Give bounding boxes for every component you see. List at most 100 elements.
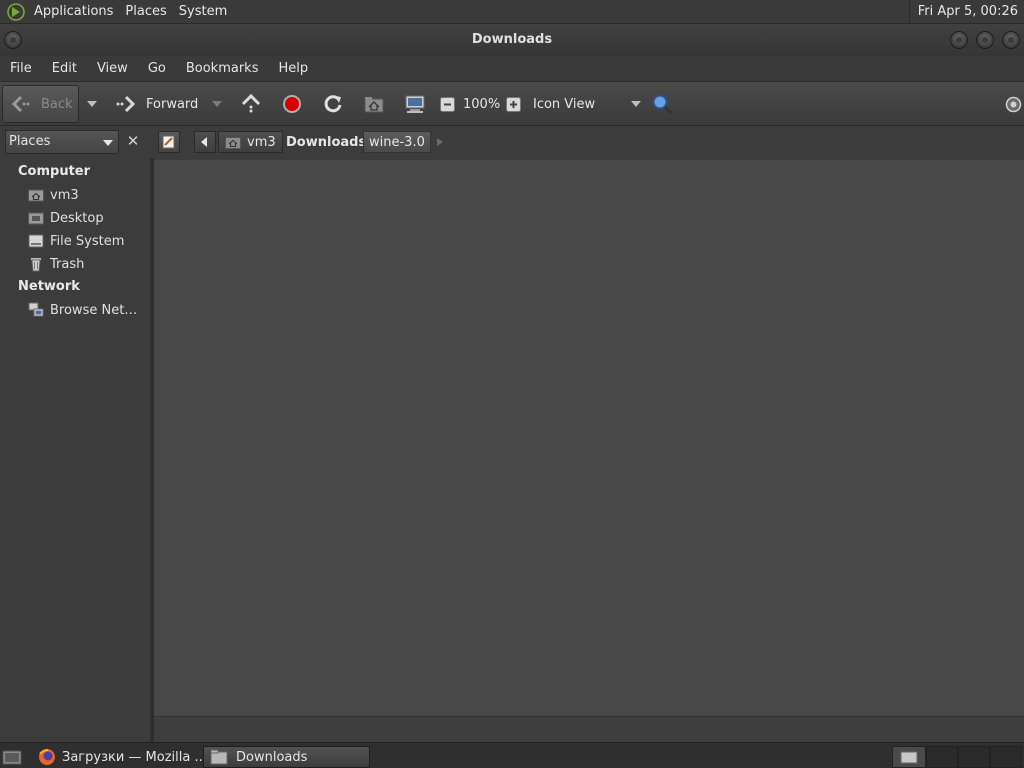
sidebar-item-desktop-label: Desktop xyxy=(50,210,104,226)
applications-menu[interactable]: Applications xyxy=(28,4,119,19)
clock[interactable]: Fri Apr 5, 00:26 xyxy=(908,0,1024,24)
back-history-dropdown[interactable] xyxy=(87,82,97,126)
back-button[interactable]: Back xyxy=(2,85,79,123)
sidebar-item-vm3[interactable]: vm3 xyxy=(28,185,79,205)
chevron-left-icon xyxy=(201,137,207,147)
path-crumb-downloads-label: Downloads xyxy=(286,134,367,150)
view-mode-select[interactable]: Icon View xyxy=(533,82,642,126)
file-view[interactable] xyxy=(154,160,1024,716)
task-downloads-label: Downloads xyxy=(236,749,308,765)
view-mode-label: Icon View xyxy=(533,96,596,112)
sidebar-item-browse-network-label: Browse Net… xyxy=(50,302,138,318)
firefox-icon xyxy=(39,749,55,765)
show-desktop-button[interactable] xyxy=(0,746,24,768)
menu-edit[interactable]: Edit xyxy=(42,61,87,76)
window-titlebar[interactable]: Downloads xyxy=(0,24,1024,56)
sidebar-item-trash-label: Trash xyxy=(50,256,85,272)
zoom-in-button[interactable] xyxy=(506,82,521,126)
toolbar: Back Forward 100% Icon View xyxy=(0,82,1024,126)
status-bar xyxy=(154,716,1024,742)
computer-button[interactable] xyxy=(404,82,426,126)
sidebar-header: Places ✕ xyxy=(0,126,152,158)
spinner-icon xyxy=(1005,96,1022,112)
back-label: Back xyxy=(41,96,73,112)
zoom-out-button[interactable] xyxy=(440,82,455,126)
folder-icon xyxy=(210,749,228,765)
up-button[interactable] xyxy=(240,82,262,126)
section-network: Network xyxy=(18,279,80,294)
sidebar-type-label: Places xyxy=(9,134,51,149)
distro-logo-icon[interactable] xyxy=(6,2,26,22)
forward-button[interactable]: Forward xyxy=(114,82,198,126)
workspace-3[interactable] xyxy=(958,746,990,768)
stop-button[interactable] xyxy=(281,82,303,126)
path-crumb-vm3[interactable]: vm3 xyxy=(218,131,283,153)
bottom-panel: Загрузки — Mozilla ... Downloads xyxy=(0,742,1024,768)
zoom-in-icon xyxy=(506,96,521,112)
top-panel: Applications Places System Fri Apr 5, 00… xyxy=(0,0,1024,24)
activity-spinner xyxy=(1005,82,1022,126)
workspace-4[interactable] xyxy=(990,746,1022,768)
sidebar-item-trash[interactable]: Trash xyxy=(28,254,84,274)
zoom-out-icon xyxy=(440,96,455,112)
forward-history-dropdown[interactable] xyxy=(212,82,222,126)
task-downloads[interactable]: Downloads xyxy=(203,746,370,768)
zoom-level[interactable]: 100% xyxy=(463,82,500,126)
places-menu[interactable]: Places xyxy=(119,4,172,19)
stop-icon xyxy=(283,95,301,113)
computer-icon xyxy=(405,95,425,113)
search-button[interactable] xyxy=(651,82,673,126)
task-firefox[interactable]: Загрузки — Mozilla ... xyxy=(32,746,213,768)
close-window-button[interactable] xyxy=(1002,31,1020,49)
arrow-left-icon xyxy=(11,95,30,113)
task-firefox-label: Загрузки — Mozilla ... xyxy=(62,749,207,765)
chevron-right-icon xyxy=(437,138,443,146)
home-button[interactable] xyxy=(363,82,385,126)
sidebar-item-file-system[interactable]: File System xyxy=(28,231,124,251)
sidebar-item-vm3-label: vm3 xyxy=(50,187,79,203)
path-crumb-vm3-label: vm3 xyxy=(247,134,276,150)
system-menu[interactable]: System xyxy=(173,4,233,19)
minimize-button[interactable] xyxy=(950,31,968,49)
sidebar-item-browse-network[interactable]: Browse Net… xyxy=(28,300,137,320)
desktop-folder-icon xyxy=(28,212,44,225)
path-crumb-wine-label: wine-3.0 xyxy=(369,134,425,150)
menu-view[interactable]: View xyxy=(87,61,138,76)
reload-icon xyxy=(324,95,342,113)
toggle-location-entry-button[interactable] xyxy=(158,131,180,153)
path-crumb-downloads[interactable]: Downloads xyxy=(280,131,372,153)
section-computer: Computer xyxy=(18,164,91,179)
workspace-2[interactable] xyxy=(926,746,958,768)
sidebar-item-desktop[interactable]: Desktop xyxy=(28,208,104,228)
home-folder-icon xyxy=(364,97,384,113)
menu-help[interactable]: Help xyxy=(268,61,318,76)
menu-bookmarks[interactable]: Bookmarks xyxy=(176,61,269,76)
search-icon xyxy=(652,94,673,115)
workspace-1[interactable] xyxy=(892,746,926,768)
location-bar: vm3 Downloads wine-3.0 xyxy=(152,126,1024,158)
menu-go[interactable]: Go xyxy=(138,61,176,76)
sidebar-item-file-system-label: File System xyxy=(50,233,125,249)
network-icon xyxy=(28,302,44,317)
home-folder-icon xyxy=(28,189,44,202)
path-scroll-left-button[interactable] xyxy=(194,131,216,153)
folder-icon xyxy=(900,751,918,764)
panel-menus: Applications Places System xyxy=(28,0,233,24)
menu-file[interactable]: File xyxy=(0,61,42,76)
edit-icon xyxy=(162,135,175,149)
reload-button[interactable] xyxy=(322,82,344,126)
show-desktop-icon xyxy=(2,750,22,765)
path-scroll-right-button[interactable] xyxy=(432,131,448,153)
arrow-up-icon xyxy=(241,93,261,113)
menubar: File Edit View Go Bookmarks Help xyxy=(0,56,1024,82)
drive-icon xyxy=(28,234,44,248)
path-crumb-wine[interactable]: wine-3.0 xyxy=(363,131,431,153)
arrow-right-icon xyxy=(116,95,136,113)
trash-icon xyxy=(31,258,41,272)
sidebar-type-select[interactable]: Places xyxy=(5,130,119,154)
maximize-button[interactable] xyxy=(976,31,994,49)
close-sidebar-button[interactable]: ✕ xyxy=(122,130,144,154)
forward-label: Forward xyxy=(146,96,199,112)
home-folder-icon xyxy=(225,137,241,149)
window-title: Downloads xyxy=(471,32,553,47)
